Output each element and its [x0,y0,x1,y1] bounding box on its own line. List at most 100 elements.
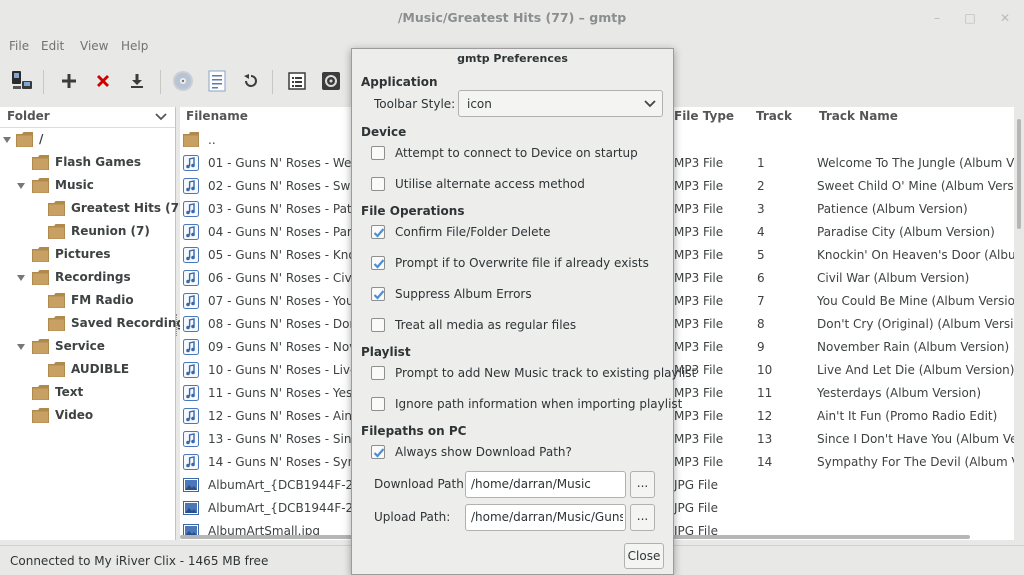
menu-view[interactable]: View [80,39,108,53]
expander-icon[interactable] [16,342,26,352]
close-window-icon[interactable]: ✕ [997,10,1013,26]
folder-column-header[interactable]: Folder [0,107,175,128]
column-header-track[interactable]: Track [756,109,792,123]
prompt-add-playlist-label: Prompt to add New Music track to existin… [395,366,697,380]
folder-tree-item[interactable]: Text [0,382,176,404]
scrollbar-thumb[interactable] [1017,119,1021,229]
prompt-add-playlist-checkbox[interactable] [371,366,385,380]
folder-tree-label: Text [55,385,84,399]
file-type: MP3 File [674,340,724,354]
vertical-scrollbar[interactable] [1014,107,1024,540]
folder-tree-item[interactable]: Saved Recordings [0,313,192,335]
audio-file-icon [183,224,199,240]
file-name: 09 - Guns N' Roses - November [208,340,353,354]
folder-icon [32,155,49,170]
minimize-icon[interactable]: – [929,10,945,26]
toolbar-style-select[interactable]: icon [458,90,663,117]
prompt-overwrite-label: Prompt if to Overwrite file if already e… [395,256,649,270]
download-path-field[interactable] [465,471,626,498]
menu-edit[interactable]: Edit [41,39,64,53]
folder-tree-item[interactable]: Greatest Hits (77) [0,198,193,220]
menu-help[interactable]: Help [121,39,148,53]
folder-tree-label: Video [55,408,94,422]
section-playlist: Playlist [361,345,411,359]
expander-icon[interactable] [16,273,26,283]
playlist-icon[interactable] [284,68,310,94]
file-name: 04 - Guns N' Roses - Paradise [208,225,353,239]
file-track: 3 [757,202,765,216]
prompt-overwrite-checkbox[interactable] [371,256,385,270]
folder-tree-item[interactable]: Video [0,405,176,427]
expander-icon[interactable] [16,181,26,191]
menu-file[interactable]: File [9,39,29,53]
folder-tree-item[interactable]: Music [0,175,176,197]
audio-file-icon [183,454,199,470]
upload-path-input[interactable] [471,510,623,524]
folder-tree-item[interactable]: Flash Games [0,152,176,174]
suppress-album-errors-checkbox[interactable] [371,287,385,301]
folder-tree-item[interactable]: AUDIBLE [0,359,176,381]
folder-tree-item[interactable]: FM Radio [0,290,176,312]
properties-icon[interactable] [204,68,230,94]
add-icon[interactable] [56,68,82,94]
file-track: 7 [757,294,765,308]
file-track: 8 [757,317,765,331]
column-header-filename[interactable]: Filename [186,109,248,123]
folder-icon [32,270,49,285]
file-name: 05 - Guns N' Roses - Knockin [208,248,353,262]
file-track: 5 [757,248,765,262]
audio-file-icon [183,178,199,194]
window-title: /Music/Greatest Hits (77) – gmtp [397,10,627,25]
ignore-path-info-checkbox[interactable] [371,397,385,411]
chevron-down-icon[interactable] [154,110,168,124]
folder-tree-label: Pictures [55,247,111,261]
delete-icon[interactable] [90,68,116,94]
confirm-delete-checkbox[interactable] [371,225,385,239]
checkmark-icon [373,290,385,300]
download-path-input[interactable] [471,477,623,491]
column-header-trackname[interactable]: Track Name [819,109,898,123]
column-header-filetype[interactable]: File Type [674,109,734,123]
file-name: 12 - Guns N' Roses - Ain't It [208,409,353,423]
file-type: MP3 File [674,156,724,170]
image-file-icon [183,478,199,492]
preferences-icon[interactable] [318,68,344,94]
file-track-name: Patience (Album Version) [817,202,968,216]
browse-upload-button[interactable]: ... [630,504,655,531]
download-icon[interactable] [124,68,150,94]
folder-tree-item[interactable]: Reunion (7) [0,221,176,243]
file-type: MP3 File [674,202,724,216]
maximize-icon[interactable]: □ [962,10,978,26]
folder-tree-label: Greatest Hits (77) [71,201,193,215]
file-name: AlbumArt_{DCB1944F-23 [208,501,353,515]
treat-media-regular-checkbox[interactable] [371,318,385,332]
folder-tree-item[interactable]: / [0,129,176,151]
refresh-icon[interactable] [238,68,264,94]
folder-icon [183,132,199,147]
show-download-path-checkbox[interactable] [371,445,385,459]
audio-file-icon [183,431,199,447]
folder-tree-item[interactable]: Recordings [0,267,176,289]
audio-file-icon [183,201,199,217]
folder-icon [48,224,65,239]
folder-tree-item[interactable]: Service [0,336,176,358]
expander-icon[interactable] [2,135,12,145]
checkmark-icon [373,259,385,269]
folder-tree-item[interactable]: Pictures [0,244,176,266]
folder-tree-label: Saved Recordings [71,316,193,330]
pane-resize-handle[interactable] [176,314,179,336]
connect-device-icon[interactable] [9,68,35,94]
browse-download-button[interactable]: ... [630,471,655,498]
file-track-name: Sweet Child O' Mine (Album Version) [817,179,1014,193]
file-name: 03 - Guns N' Roses - Patience [208,202,353,216]
audio-file-icon [183,247,199,263]
close-button[interactable]: Close [624,543,664,569]
disc-icon[interactable] [170,68,196,94]
alternate-access-checkbox[interactable] [371,177,385,191]
file-track: 10 [757,363,773,377]
file-name: 10 - Guns N' Roses - Live And [208,363,353,377]
folder-icon [32,339,49,354]
folder-icon [48,293,65,308]
upload-path-field[interactable] [465,504,626,531]
connect-on-startup-checkbox[interactable] [371,146,385,160]
